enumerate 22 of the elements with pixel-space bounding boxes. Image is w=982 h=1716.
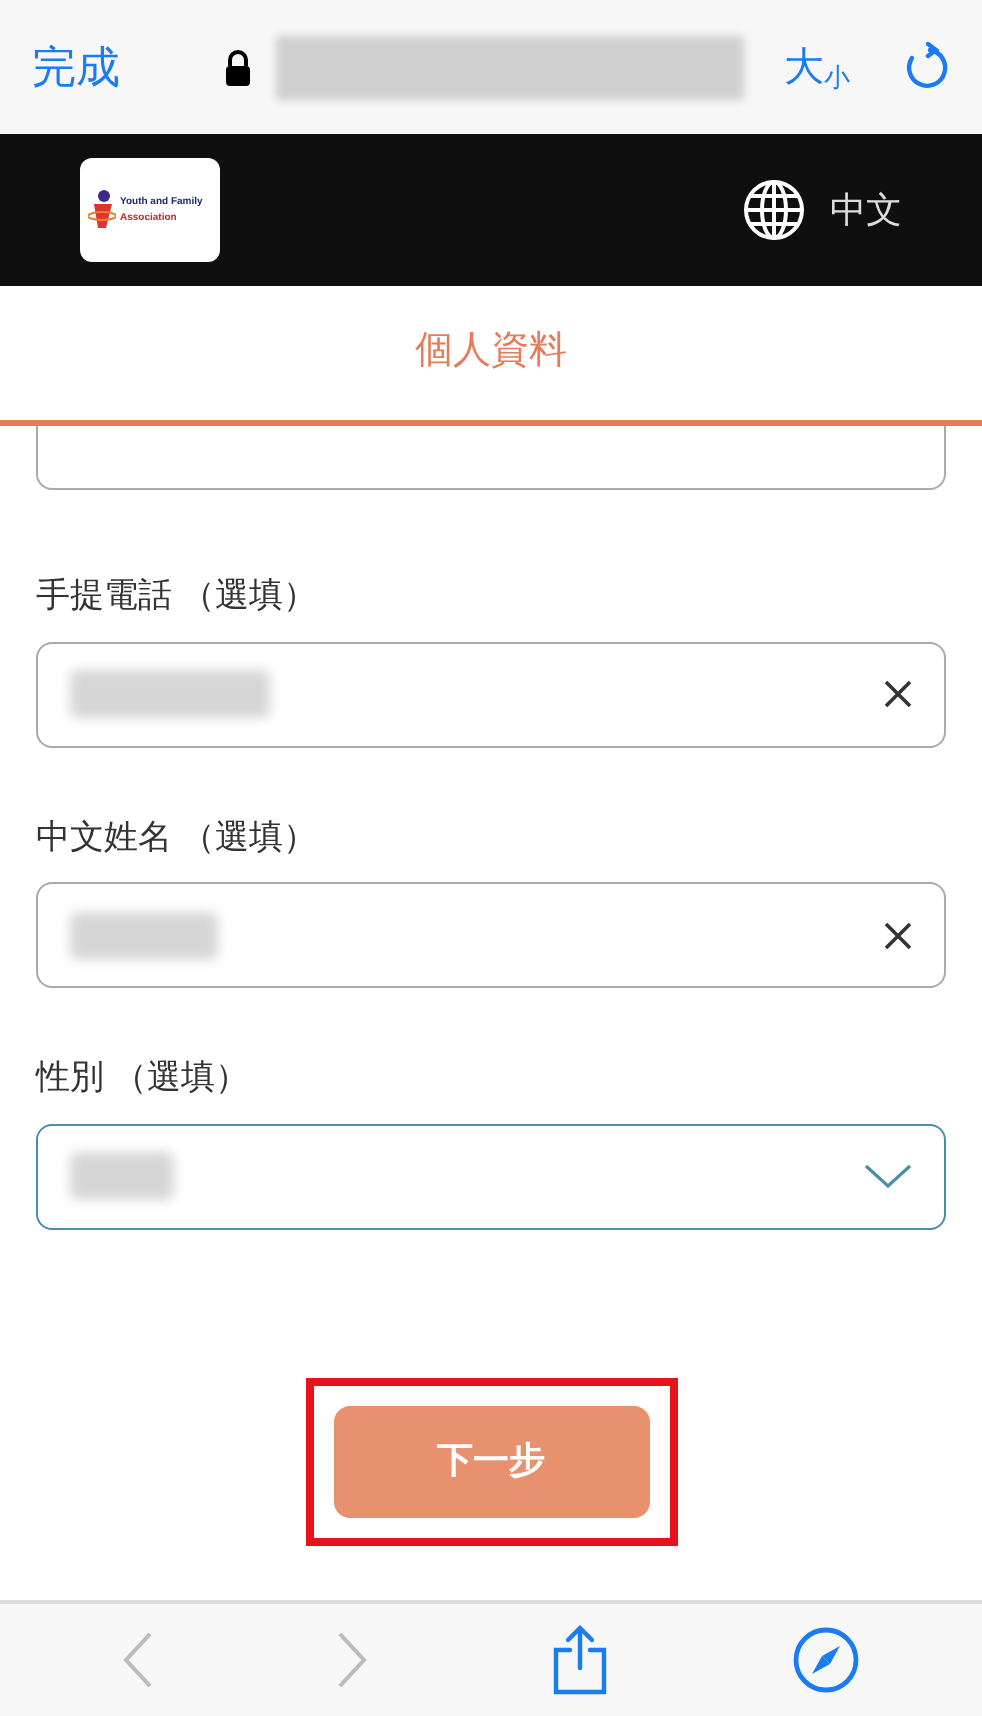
language-label[interactable]: 中文	[830, 183, 902, 237]
next-button[interactable]: 下一步	[333, 1405, 649, 1517]
clear-icon[interactable]	[884, 680, 912, 708]
done-button[interactable]: 完成	[32, 34, 120, 100]
tab[interactable]: 個人資料	[0, 286, 982, 420]
globe-icon[interactable]	[742, 178, 806, 242]
clear-icon[interactable]	[884, 921, 912, 949]
field-label: 手提電話 （選填）	[36, 574, 320, 618]
input-field[interactable]	[36, 426, 946, 490]
select-field[interactable]	[36, 1123, 946, 1229]
lock-icon	[224, 49, 252, 85]
blurred-value	[70, 1152, 174, 1200]
share-icon[interactable]	[549, 1624, 610, 1696]
field-label: 中文姓名 （選填）	[36, 815, 320, 859]
compass-icon[interactable]	[791, 1626, 860, 1694]
field-label: 性別 （選填）	[36, 1056, 252, 1100]
input-field[interactable]	[36, 882, 946, 988]
input-field[interactable]	[36, 641, 946, 747]
chevron-down-icon[interactable]	[864, 1164, 912, 1188]
logo-figure-icon	[88, 188, 116, 232]
reload-icon[interactable]	[902, 41, 950, 93]
url-field[interactable]	[276, 35, 744, 99]
